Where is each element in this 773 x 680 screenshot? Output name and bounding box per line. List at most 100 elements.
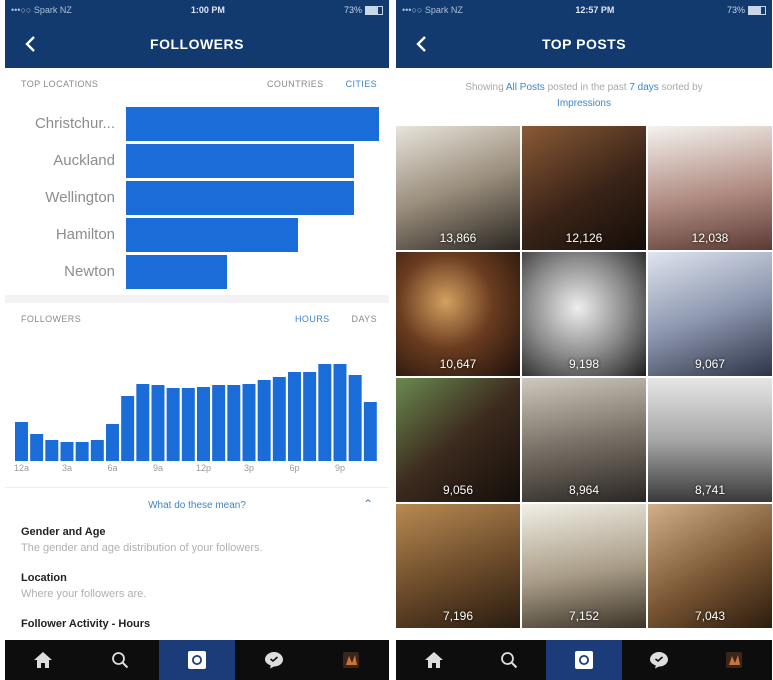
- bottom-tab-bar: [5, 640, 389, 680]
- cities-toggle[interactable]: CITIES: [346, 79, 377, 89]
- activity-bubble-icon[interactable]: [622, 640, 697, 680]
- countries-toggle[interactable]: COUNTRIES: [267, 79, 324, 89]
- post-impressions: 8,741: [694, 483, 726, 497]
- post-tile[interactable]: 8,964: [522, 378, 646, 502]
- post-tile[interactable]: 12,038: [648, 126, 772, 250]
- hour-bar-6p: [288, 372, 301, 461]
- days-filter-link[interactable]: 7 days: [629, 82, 658, 93]
- hour-bar-12a: [15, 422, 28, 461]
- filter-text: posted in the past: [547, 82, 627, 93]
- follower-activity-chart: [15, 361, 379, 461]
- post-impressions: 7,196: [442, 609, 474, 623]
- camera-icon[interactable]: [546, 640, 622, 680]
- post-impressions: 12,126: [565, 231, 603, 245]
- battery-icon: [747, 5, 766, 15]
- battery-indicator: 73%: [727, 5, 766, 15]
- hour-bar-1p: [212, 385, 226, 461]
- hours-toggle[interactable]: HOURS: [295, 314, 330, 324]
- search-icon[interactable]: [82, 640, 159, 680]
- hour-bar-3a: [60, 442, 74, 461]
- hour-bar-9a: [151, 385, 165, 461]
- status-bar: •••○○ Spark NZ 1:00 PM 73%: [5, 0, 389, 20]
- back-chevron-icon[interactable]: [19, 33, 41, 55]
- city-row: Auckland: [5, 143, 389, 180]
- x-tick-label: 12p: [195, 463, 211, 473]
- hour-bar-7a: [121, 396, 135, 461]
- status-bar: •••○○ Spark NZ 12:57 PM 73%: [396, 0, 772, 20]
- hour-bar-4a: [75, 442, 89, 461]
- hour-bar-4p: [257, 380, 271, 461]
- posts-filter-link[interactable]: All Posts: [506, 82, 545, 93]
- home-icon[interactable]: [396, 640, 471, 680]
- hour-bar-5p: [272, 377, 286, 461]
- hour-bar-12p: [197, 387, 210, 461]
- carrier-label: •••○○ Spark NZ: [11, 5, 72, 15]
- post-tile[interactable]: 7,152: [522, 504, 646, 628]
- city-bar: [126, 255, 227, 289]
- post-tile[interactable]: 7,043: [648, 504, 772, 628]
- post-impressions: 12,038: [691, 231, 729, 245]
- info-title: Follower Activity - Hours: [21, 618, 151, 630]
- post-impressions: 8,964: [568, 483, 600, 497]
- x-tick-label: 6a: [107, 463, 118, 473]
- hour-bar-8a: [136, 384, 150, 461]
- hour-bar-1a: [30, 434, 44, 461]
- x-tick-label: 3a: [61, 463, 72, 473]
- nav-bar: FOLLOWERS: [5, 20, 389, 68]
- hour-bar-2a: [45, 440, 59, 461]
- post-tile[interactable]: 13,866: [396, 126, 520, 250]
- post-tile[interactable]: 9,198: [522, 252, 646, 376]
- what-do-these-mean-link[interactable]: What do these mean? ⌃: [5, 487, 389, 522]
- hour-bar-8p: [318, 364, 332, 461]
- city-row: Wellington: [5, 180, 389, 217]
- info-desc: The gender and age distribution of your …: [21, 542, 263, 554]
- info-list: Gender and Age The gender and age distri…: [5, 526, 389, 630]
- city-label: Christchur...: [34, 115, 115, 132]
- post-tile[interactable]: 7,196: [396, 504, 520, 628]
- post-tile[interactable]: 12,126: [522, 126, 646, 250]
- hour-bar-11p: [363, 402, 377, 461]
- hour-bar-10p: [348, 375, 362, 461]
- profile-avatar-icon[interactable]: [697, 640, 772, 680]
- followers-heading: FOLLOWERS: [21, 314, 82, 324]
- carrier-label: •••○○ Spark NZ: [402, 5, 463, 15]
- sort-filter-link[interactable]: Impressions: [557, 98, 611, 109]
- filter-text: sorted by: [661, 82, 703, 93]
- home-icon[interactable]: [5, 640, 82, 680]
- profile-avatar-icon[interactable]: [312, 640, 389, 680]
- city-label: Newton: [64, 263, 115, 280]
- info-title: Location: [21, 572, 67, 584]
- hour-bar-6a: [106, 424, 119, 461]
- city-label: Hamilton: [55, 226, 115, 243]
- city-row: Newton: [5, 254, 389, 291]
- activity-bubble-icon[interactable]: [235, 640, 312, 680]
- what-do-these-mean-label: What do these mean?: [148, 499, 246, 511]
- camera-icon[interactable]: [158, 640, 236, 680]
- city-label: Wellington: [45, 189, 115, 206]
- hours-bar-chart: [15, 364, 377, 461]
- filter-text: Showing: [465, 82, 504, 93]
- city-label: Auckland: [53, 152, 115, 169]
- x-tick-label: 12a: [13, 463, 29, 473]
- followers-screen: •••○○ Spark NZ 1:00 PM 73% FOLLOWERS TOP…: [5, 0, 389, 680]
- page-title: TOP POSTS: [541, 36, 627, 52]
- post-tile[interactable]: 9,056: [396, 378, 520, 502]
- battery-percent: 73%: [726, 5, 745, 15]
- days-toggle[interactable]: DAYS: [352, 314, 377, 324]
- city-row: Christchur...: [5, 106, 389, 143]
- post-tile[interactable]: 10,647: [396, 252, 520, 376]
- back-chevron-icon[interactable]: [410, 33, 432, 55]
- filter-summary: Showing All Posts posted in the past 7 d…: [396, 68, 772, 114]
- x-tick-label: 9a: [152, 463, 163, 473]
- post-tile[interactable]: 9,067: [648, 252, 772, 376]
- hour-bar-7p: [303, 372, 317, 461]
- x-tick-label: 9p: [334, 463, 345, 473]
- post-tile[interactable]: 8,741: [648, 378, 772, 502]
- post-impressions: 9,067: [694, 357, 726, 371]
- search-icon[interactable]: [471, 640, 546, 680]
- chevron-up-icon[interactable]: ⌃: [363, 497, 373, 511]
- top-cities-chart: Christchur... Auckland Wellington Hamilt…: [5, 100, 389, 291]
- city-bar: [126, 107, 379, 141]
- post-impressions: 9,056: [442, 483, 474, 497]
- city-bar: [126, 144, 354, 178]
